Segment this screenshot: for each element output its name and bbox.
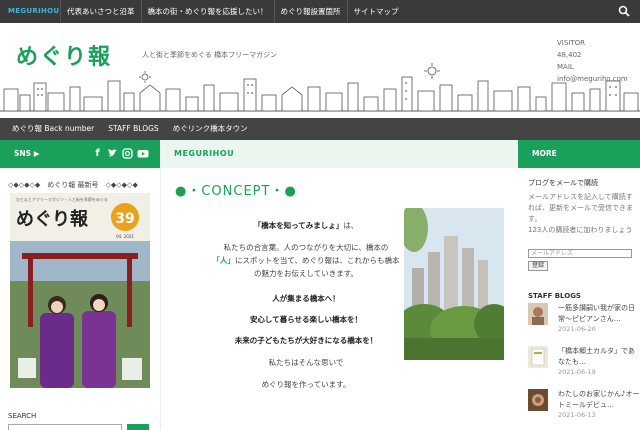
sns-bar: SNS ▶ f	[0, 140, 160, 168]
sidebar-search-input[interactable]	[8, 424, 122, 430]
concept-line-2: 私たちの合言葉。人のつながりを大切に、橋本の	[223, 243, 389, 252]
sidebar-search-button[interactable]	[127, 424, 149, 430]
blog-post-title[interactable]: 「橋本郷土カルタ」であなたも…	[558, 346, 640, 368]
main-content: MEGURIHOU ●・CONCEPT・● 「橋本を知ってみましょ」は、 私たち…	[160, 140, 518, 430]
top-nav: 代表あいさつと沿革 橋本の街・めぐり報を応援したい！ めぐり報設置箇所 サイトマ…	[60, 0, 405, 23]
instagram-icon[interactable]	[122, 147, 133, 160]
subnav-back-number[interactable]: めぐり報 Back number	[0, 118, 101, 140]
sns-icons: f	[92, 147, 149, 160]
concept-bold-3: 未来の子どもたちが大好きになる橋本を！	[234, 336, 378, 345]
youtube-icon[interactable]	[137, 147, 149, 160]
top-nav-sitemap[interactable]: サイトマップ	[346, 0, 405, 23]
city-photo	[404, 208, 504, 360]
facebook-icon[interactable]: f	[92, 147, 103, 160]
concept-heading: ●・CONCEPT・●	[175, 184, 297, 199]
concept-bold-2: 安心して暮らせる楽しい橋本を！	[249, 315, 363, 324]
concept-line-5: 私たちはそんな思いで	[268, 358, 344, 367]
top-nav-greeting[interactable]: 代表あいさつと沿革	[60, 0, 141, 23]
site-tagline: 人と街と季節をめぐる 橋本フリーマガジン	[142, 51, 278, 59]
blog-post-title[interactable]: わたしのお家じかん♪オートミールデビュ…	[558, 389, 640, 411]
mail-subscribe-title: ブログをメールで購読	[528, 179, 598, 187]
concept-line-6: めぐり報を作っています。	[261, 380, 351, 389]
mail-subscribe-count: 123人の購読者に加わりましょう	[528, 226, 633, 234]
blog-post-thumbnail[interactable]	[528, 303, 548, 325]
section-title: MEGURIHOU	[174, 149, 235, 158]
latest-issue-title: ◇◆◇◆◇◆ めぐり報 最新号 ◇◆◇◆◇◆	[8, 181, 138, 189]
search-label: SEARCH	[8, 412, 37, 420]
mail-subscribe-desc: メールアドレスを記入して購読すれば、更新をメールで受信できます。	[528, 193, 633, 223]
blog-post-date: 2021-06-20	[558, 325, 596, 333]
twitter-icon[interactable]	[107, 147, 118, 160]
concept-line-3: にスポットを当て、めぐり報は、これからも橋本	[234, 256, 400, 265]
right-sidebar: MORE ブログをメールで購読 メールアドレスを記入して購読すれば、更新をメール…	[518, 140, 640, 430]
blog-post-thumbnail[interactable]	[528, 346, 548, 368]
cover-issue-number: 39	[115, 211, 134, 227]
cover-issue-date: 04. 2021	[116, 234, 134, 239]
email-field[interactable]: メールアドレス	[528, 249, 632, 258]
cover-title: めぐり報	[16, 208, 89, 230]
search-icon[interactable]	[618, 5, 630, 17]
motto-tail: は、	[343, 221, 359, 230]
blog-post-thumbnail[interactable]	[528, 389, 548, 411]
blog-post-date: 2021-06-19	[558, 368, 596, 376]
visitor-count: 48,402	[557, 51, 582, 59]
subnav-staff-blogs[interactable]: STAFF BLOGS	[101, 118, 165, 140]
left-sidebar: SNS ▶ f ◇◆◇◆◇◆ めぐり報 最新号 ◇◆◇◆◇◆ ひとまとアフリーマ…	[0, 140, 160, 430]
visitor-label: VISITOR	[557, 39, 586, 47]
concept-bold-1: 人が集まる橋本へ！	[272, 294, 340, 303]
blog-post[interactable]: わたしのお家じかん♪オートミールデビュ… 2021-06-13	[528, 389, 640, 419]
latest-issue-cover[interactable]: ひとまとアフリーマガジン・人と街を季節をめぐる めぐり報 39 04. 2021	[10, 193, 150, 388]
more-label: MORE	[532, 149, 557, 158]
subnav-meglink[interactable]: めぐリンク橋本タウン	[166, 118, 255, 140]
sub-nav: めぐり報 Back number STAFF BLOGS めぐリンク橋本タウン	[0, 118, 640, 140]
section-header: MEGURIHOU	[161, 140, 518, 168]
cover-top-text: ひとまとアフリーマガジン・人と街を季節をめぐる	[16, 196, 108, 202]
top-logo[interactable]: MEGURIHOU	[8, 7, 59, 15]
motto-quote: 「橋本を知ってみましょ」	[253, 221, 344, 230]
blog-post[interactable]: 「橋本郷土カルタ」であなたも… 2021-06-19	[528, 346, 640, 376]
more-bar: MORE	[518, 140, 640, 168]
blog-post-date: 2021-06-13	[558, 411, 596, 419]
staff-blogs-title: STAFF BLOGS	[528, 292, 581, 300]
concept-person: 「人」	[212, 256, 235, 265]
top-nav-locations[interactable]: めぐり報設置箇所	[273, 0, 347, 23]
subscribe-button[interactable]: 登録	[528, 261, 548, 271]
sns-label: SNS ▶	[14, 149, 40, 158]
concept-line-4: の魅力をお伝えしていきます。	[253, 269, 359, 278]
site-header: めぐり報 人と街と季節をめぐる 橋本フリーマガジン VISITOR 48,402…	[0, 23, 640, 118]
top-nav-support[interactable]: 橋本の街・めぐり報を応援したい！	[140, 0, 274, 23]
blog-post[interactable]: 一筋多讃嗣い我が家の日常〜ピピアンさん… 2021-06-20	[528, 303, 640, 333]
blog-post-title[interactable]: 一筋多讃嗣い我が家の日常〜ピピアンさん…	[558, 303, 640, 325]
cityscape-illustration	[0, 63, 640, 112]
top-bar: MEGURIHOU 代表あいさつと沿革 橋本の街・めぐり報を応援したい！ めぐり…	[0, 0, 640, 23]
